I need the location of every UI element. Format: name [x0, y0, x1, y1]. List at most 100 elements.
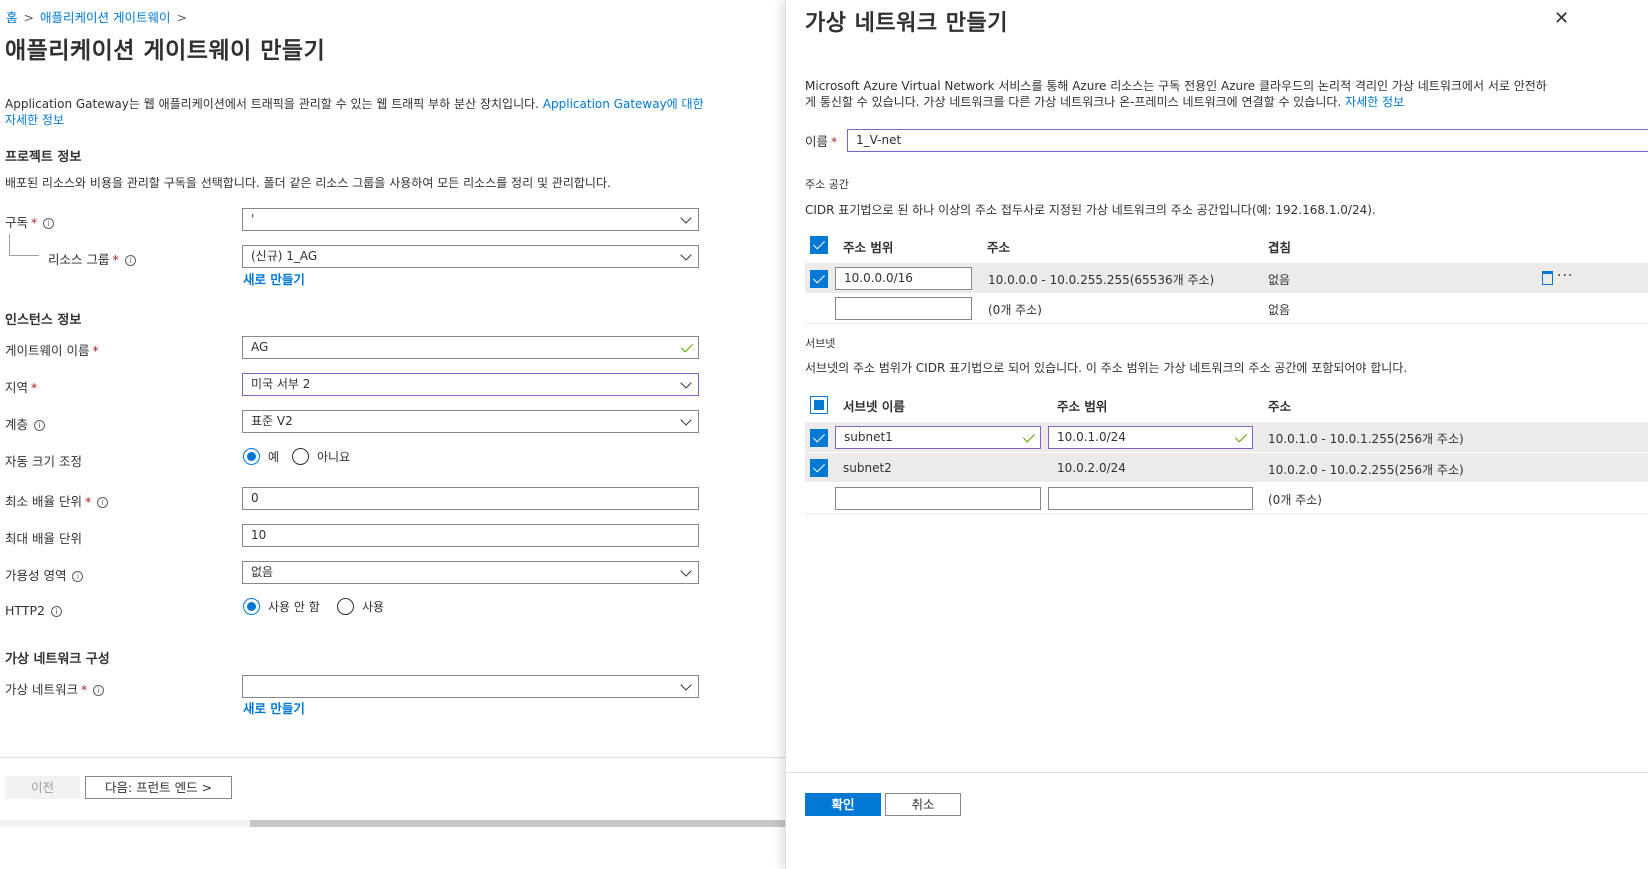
subscription-value: ' — [251, 212, 255, 226]
column-header-subnet-range: 주소 범위 — [1057, 399, 1108, 414]
info-icon[interactable]: i — [93, 685, 105, 696]
more-options-icon[interactable]: ··· — [1557, 268, 1573, 284]
radio-selected-icon — [243, 598, 260, 615]
subnet-range-input[interactable] — [1048, 487, 1253, 510]
address-range-input[interactable] — [835, 297, 972, 320]
availability-zone-select[interactable]: 없음 — [242, 561, 699, 584]
autoscale-yes-radio[interactable]: 예 — [243, 448, 279, 465]
panel-description-line: 게 통신할 수 있습니다. 가상 네트워크를 다른 가상 네트워크나 온-프레미… — [805, 95, 1342, 109]
create-new-resource-group-link[interactable]: 새로 만들기 — [243, 269, 305, 288]
info-icon[interactable]: i — [124, 255, 136, 266]
column-header-subnet-addresses: 주소 — [1268, 399, 1292, 414]
subnet-row-checkbox[interactable] — [810, 429, 828, 447]
info-icon[interactable]: i — [97, 497, 109, 508]
next-frontend-button[interactable]: 다음: 프런트 엔드 > — [85, 776, 232, 799]
info-icon[interactable]: i — [50, 606, 62, 617]
row-divider — [805, 513, 1648, 514]
vnet-select[interactable] — [242, 675, 699, 698]
learn-more-link[interactable]: 자세한 정보 — [1345, 95, 1404, 109]
min-units-input[interactable]: 0 — [242, 487, 699, 510]
resource-group-label-text: 리소스 그룹 — [48, 252, 110, 267]
required-mark: * — [831, 134, 838, 149]
column-header-address-range: 주소 범위 — [843, 240, 894, 255]
region-select[interactable]: 미국 서부 2 — [242, 373, 699, 396]
availability-zone-label: 가용성 영역 i — [5, 565, 84, 584]
cancel-button[interactable]: 취소 — [885, 793, 961, 816]
project-details-description: 배포된 리소스와 비용을 관리할 구독을 선택합니다. 폴더 같은 리소스 그룹… — [5, 176, 611, 190]
vnet-name-input[interactable]: 1_V-net — [847, 129, 1648, 152]
vnet-name-label: 이름 * — [805, 131, 837, 150]
chevron-down-icon — [680, 414, 692, 426]
page-title: 애플리케이션 게이트웨이 만들기 — [5, 38, 326, 64]
address-range-input[interactable]: 10.0.0.0/16 — [835, 267, 972, 290]
min-units-label-text: 최소 배율 단위 — [5, 494, 82, 509]
max-units-input[interactable]: 10 — [242, 524, 699, 547]
address-space-heading: 주소 공간 — [805, 178, 849, 191]
autoscale-no-radio[interactable]: 아니요 — [292, 448, 350, 465]
panel-description-line: Microsoft Azure Virtual Network 서비스를 통해 … — [805, 79, 1547, 93]
subnets-description: 서브넷의 주소 범위가 CIDR 표기법으로 되어 있습니다. 이 주소 범위는… — [805, 361, 1408, 375]
vnet-label: 가상 네트워크 * i — [5, 679, 105, 698]
create-new-vnet-link[interactable]: 새로 만들기 — [243, 698, 305, 717]
delete-icon[interactable] — [1542, 271, 1553, 285]
subnet-row-checkbox[interactable] — [810, 459, 828, 477]
breadcrumb-home[interactable]: 홈 — [6, 10, 18, 25]
vnet-label-text: 가상 네트워크 — [5, 682, 78, 697]
chevron-down-icon — [680, 377, 692, 389]
http2-disabled-radio[interactable]: 사용 안 함 — [243, 598, 320, 615]
address-row-checkbox[interactable] — [810, 270, 828, 288]
autoscale-no-label: 아니요 — [317, 450, 351, 464]
autoscale-label: 자동 크기 조정 — [5, 454, 82, 469]
column-header-addresses: 주소 — [987, 240, 1011, 255]
tier-value: 표준 V2 — [251, 414, 293, 428]
resource-group-select[interactable]: (신규) 1_AG — [242, 245, 699, 268]
tier-select[interactable]: 표준 V2 — [242, 410, 699, 433]
min-units-label: 최소 배율 단위 * i — [5, 491, 109, 510]
subnets-heading: 서브넷 — [805, 337, 836, 350]
region-label: 지역 * — [5, 377, 37, 396]
panel-description: Microsoft Azure Virtual Network 서비스를 통해 … — [805, 78, 1605, 110]
subnet-name-input[interactable]: subnet1 — [835, 426, 1041, 449]
select-all-subnets-checkbox[interactable] — [810, 396, 828, 414]
previous-button[interactable]: 이전 — [5, 776, 80, 799]
scrollbar-thumb[interactable] — [250, 820, 785, 827]
ok-button[interactable]: 확인 — [805, 793, 881, 816]
create-vnet-panel: 가상 네트워크 만들기 ✕ Microsoft Azure Virtual Ne… — [785, 0, 1648, 869]
column-header-subnet-name: 서브넷 이름 — [843, 399, 905, 414]
subnet-name-input[interactable] — [835, 487, 1041, 510]
info-icon[interactable]: i — [43, 218, 55, 229]
tree-connector — [9, 234, 10, 255]
required-mark: * — [31, 215, 38, 230]
radio-unselected-icon — [292, 448, 309, 465]
required-mark: * — [84, 494, 92, 509]
footer-divider — [0, 757, 785, 758]
address-space-description: CIDR 표기법으로 된 하나 이상의 주소 접두사로 지정된 가상 네트워크의… — [805, 203, 1376, 217]
chevron-down-icon — [680, 249, 692, 261]
row-divider — [805, 323, 1648, 324]
gateway-name-label: 게이트웨이 이름 * — [5, 340, 99, 359]
subnet-range-input[interactable]: 10.0.1.0/24 — [1048, 426, 1253, 449]
required-mark: * — [92, 343, 99, 358]
column-header-overlap: 겹침 — [1268, 240, 1292, 255]
chevron-down-icon — [680, 679, 692, 691]
description-text: Application Gateway는 웹 애플리케이션에서 트래픽을 관리할… — [5, 97, 539, 111]
http2-enabled-radio[interactable]: 사용 — [337, 598, 384, 615]
breadcrumb-separator: > — [23, 10, 34, 25]
close-icon[interactable]: ✕ — [1554, 8, 1569, 29]
valid-check-icon — [1234, 430, 1248, 443]
region-value: 미국 서부 2 — [251, 377, 311, 391]
subnet-name-value: subnet1 — [844, 430, 893, 444]
info-icon[interactable]: i — [34, 420, 46, 431]
subnet-name[interactable]: subnet2 — [843, 461, 892, 475]
valid-check-icon — [680, 340, 694, 353]
overlap-value: 없음 — [1268, 273, 1291, 287]
panel-title: 가상 네트워크 만들기 — [805, 11, 1008, 36]
subnet-addresses: 10.0.2.0 - 10.0.2.255(256개 주소) — [1268, 463, 1464, 477]
subscription-select[interactable]: ' — [242, 208, 699, 231]
select-all-address-checkbox[interactable] — [810, 236, 828, 254]
gateway-name-input[interactable]: AG — [242, 336, 699, 359]
info-icon[interactable]: i — [72, 571, 84, 582]
breadcrumb-app-gateway[interactable]: 애플리케이션 게이트웨이 — [40, 10, 170, 25]
radio-selected-icon — [243, 448, 260, 465]
tree-connector — [9, 255, 39, 256]
